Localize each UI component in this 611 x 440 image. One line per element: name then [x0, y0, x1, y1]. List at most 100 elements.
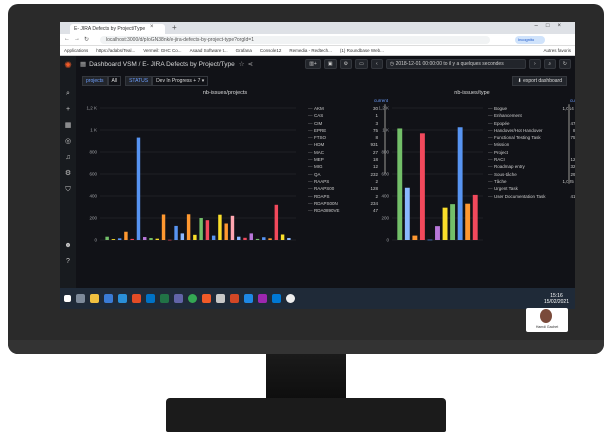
legend-row[interactable]: —Bogue1,014 K [488, 105, 575, 112]
bar[interactable] [186, 214, 191, 240]
settings-icon[interactable]: ⚙ [339, 59, 353, 69]
bar[interactable] [224, 223, 228, 241]
settings-gear-icon[interactable] [286, 294, 295, 303]
file-explorer-icon[interactable] [90, 294, 99, 303]
dashboard-breadcrumb[interactable]: Dashboard VSM / E- JIRA Defects by Proje… [89, 61, 235, 68]
grafana-taskbar-icon[interactable] [202, 294, 211, 303]
bar[interactable] [111, 239, 116, 240]
legend-row[interactable]: —Functional Testing Task754 [488, 134, 575, 141]
bar[interactable] [457, 127, 463, 240]
chrome-icon[interactable] [188, 294, 197, 303]
vscode-icon[interactable] [272, 294, 281, 303]
search-icon[interactable]: ⌕ [66, 86, 70, 102]
bar[interactable] [287, 238, 291, 240]
legend-header[interactable]: current [488, 98, 575, 105]
bar[interactable] [136, 137, 141, 240]
url-input[interactable]: localhost:3000/d/pIoGN38nk/e-jira-defect… [100, 36, 490, 44]
user-avatar-icon[interactable]: ☻ [64, 238, 71, 254]
share-icon[interactable]: ⋖ [248, 60, 253, 68]
legend-row[interactable]: —Sous-tâche294 [488, 171, 575, 178]
bookmark-item[interactable]: https://adabs/Teal... [96, 48, 135, 53]
close-tab-icon[interactable]: × [150, 24, 154, 30]
reload-icon[interactable]: ↻ [84, 36, 89, 43]
bar[interactable] [243, 237, 247, 240]
outlook-icon[interactable] [146, 294, 155, 303]
bar[interactable] [199, 218, 203, 240]
tv-mode-icon[interactable]: ▭ [355, 59, 368, 69]
bar[interactable] [117, 238, 122, 240]
time-back-icon[interactable]: ‹ [370, 59, 383, 69]
dashboards-icon[interactable]: ▦ [65, 118, 72, 134]
bar[interactable] [450, 204, 456, 240]
legend-scrollbar[interactable] [568, 104, 570, 184]
back-icon[interactable]: ← [64, 36, 70, 42]
word-icon[interactable] [244, 294, 253, 303]
shield-icon[interactable]: ⛉ [65, 182, 70, 198]
var-select-status[interactable]: Dev In Progress + 7 ▾ [152, 76, 209, 86]
bar[interactable] [427, 239, 433, 241]
taskbar-clock[interactable]: 15:16 15/02/2021 [544, 293, 575, 305]
new-tab-icon[interactable]: + [172, 23, 177, 32]
legend-row[interactable]: —Mission3 [488, 141, 575, 148]
app-icon[interactable] [216, 294, 225, 303]
bar[interactable] [130, 238, 134, 240]
bookmark-item[interactable]: Remedia - Redtech... [289, 48, 332, 53]
create-icon[interactable]: + [66, 102, 70, 118]
bar[interactable] [155, 238, 159, 240]
bar[interactable] [274, 204, 279, 240]
legend-row[interactable]: —Urgent Task1 [488, 185, 575, 192]
bar[interactable] [419, 133, 425, 240]
help-icon[interactable]: ? [66, 254, 70, 270]
bar[interactable] [193, 234, 197, 240]
var-select-projects[interactable]: All [107, 76, 122, 86]
bar[interactable] [105, 236, 109, 240]
legend-row[interactable]: —Project1 [488, 149, 575, 156]
time-forward-icon[interactable]: › [528, 59, 541, 69]
bookmark-item[interactable]: Console12 [260, 48, 282, 53]
bookmark-item[interactable]: Grafana [236, 48, 252, 53]
configuration-icon[interactable]: ⚙ [65, 166, 71, 182]
bar[interactable] [143, 237, 147, 240]
bar[interactable] [465, 203, 471, 240]
office-icon[interactable] [132, 294, 141, 303]
export-dashboard-button[interactable]: ⬇ export dashboard [512, 76, 567, 86]
profile-button[interactable]: Incognito [515, 36, 545, 44]
refresh-icon[interactable]: ↻ [558, 59, 571, 69]
bar[interactable] [161, 214, 166, 240]
zoom-out-icon[interactable]: ⌕ [543, 59, 556, 69]
bar[interactable] [180, 233, 185, 240]
bar[interactable] [435, 226, 440, 240]
edge-icon[interactable] [118, 294, 127, 303]
bar[interactable] [149, 238, 153, 240]
bar[interactable] [174, 225, 178, 240]
bookmark-item[interactable]: (1) Roundbase Web... [340, 48, 384, 53]
legend-row[interactable]: —RACI126 [488, 156, 575, 163]
task-view-icon[interactable] [76, 294, 85, 303]
powerpoint-icon[interactable] [230, 294, 239, 303]
bar[interactable] [412, 235, 418, 240]
bar[interactable] [442, 207, 448, 240]
bar[interactable] [205, 220, 210, 240]
bar[interactable] [249, 233, 253, 240]
forward-icon[interactable]: → [74, 36, 80, 42]
bar[interactable] [124, 231, 128, 240]
bar[interactable] [168, 239, 172, 241]
excel-icon[interactable] [160, 294, 169, 303]
legend-row[interactable]: —Handover/Hot Handover84 [488, 127, 575, 134]
bar[interactable] [230, 215, 235, 240]
star-icon[interactable]: ☆ [239, 60, 245, 68]
onenote-icon[interactable] [258, 294, 267, 303]
bar[interactable] [397, 128, 403, 240]
panel-title[interactable]: nb-issues/projects [80, 90, 370, 98]
add-panel-button[interactable]: ▥+ [305, 59, 321, 69]
panel-title[interactable]: nb-issues/type [372, 90, 572, 98]
legend-row[interactable]: —Epopée475 [488, 120, 575, 127]
legend-row[interactable]: —User Documentation Task410 [488, 193, 575, 200]
bookmark-item[interactable]: Applications [64, 48, 88, 53]
alerting-icon[interactable]: ♫ [65, 150, 70, 166]
bar[interactable] [472, 194, 478, 240]
legend-row[interactable]: —Tâche1,025 K [488, 178, 575, 185]
bar[interactable] [262, 237, 266, 240]
bar[interactable] [211, 235, 216, 240]
time-range-picker[interactable]: ◷ 2018-12-01 00:00:00 to il y a quelques… [385, 59, 526, 69]
